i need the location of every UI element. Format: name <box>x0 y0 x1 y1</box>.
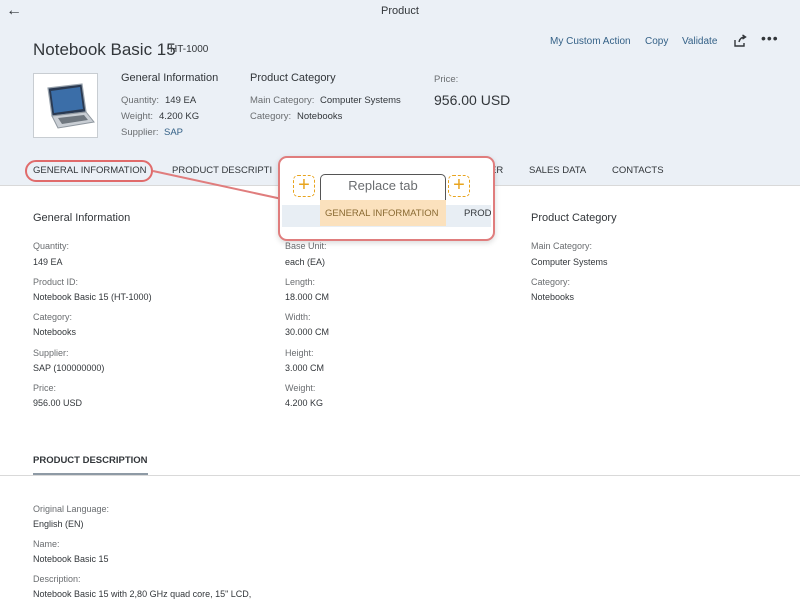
add-tab-left-plus-icon[interactable]: + <box>293 175 315 197</box>
field-label: Product ID: <box>33 277 79 287</box>
field-value: 30.000 CM <box>285 327 330 337</box>
field-value: Notebook Basic 15 (HT-1000) <box>33 292 152 302</box>
replace-tab-label: Replace tab <box>320 174 446 200</box>
section-title-underline <box>33 473 148 475</box>
header-main-category-value: Computer Systems <box>320 95 401 106</box>
callout-active-tab-label: GENERAL INFORMATION <box>325 208 439 219</box>
object-title: Notebook Basic 15 <box>33 40 176 59</box>
field-value: English (EN) <box>33 519 84 529</box>
field-value: SAP (100000000) <box>33 363 105 373</box>
tab-product-description[interactable]: PRODUCT DESCRIPTI <box>172 165 272 176</box>
field-value: 956.00 USD <box>33 398 83 408</box>
replace-tab-callout: GENERAL INFORMATION PROD Replace tab + + <box>278 156 495 241</box>
field-value: 3.000 CM <box>285 363 325 373</box>
supplier-link[interactable]: SAP <box>164 127 183 138</box>
field-label: Weight: <box>285 383 316 393</box>
shell-bar: ← Product <box>0 0 800 24</box>
copy-button[interactable]: Copy <box>645 36 668 47</box>
more-options-icon[interactable]: ••• <box>761 30 779 46</box>
field-label: Price: <box>33 383 57 393</box>
field-label: Description: <box>33 574 81 584</box>
header-actions: My Custom Action Copy Validate ••• <box>550 30 790 50</box>
field-label: Supplier: <box>33 348 69 358</box>
section-divider <box>0 475 800 476</box>
my-custom-action-button[interactable]: My Custom Action <box>550 36 631 47</box>
object-subtitle: HT-1000 <box>170 44 209 55</box>
header-category-label: Category: <box>250 111 292 122</box>
field-value: 18.000 CM <box>285 292 330 302</box>
share-icon[interactable] <box>733 34 747 48</box>
field-label: Main Category: <box>531 241 593 251</box>
section-general-title: General Information <box>33 212 131 224</box>
tab-highlight-annotation <box>25 160 153 182</box>
price-value: 956.00 USD <box>434 92 511 108</box>
section-product-description-title: PRODUCT DESCRIPTION <box>33 455 148 466</box>
field-label: Length: <box>285 277 316 287</box>
callout-next-tab-label: PROD <box>464 208 492 219</box>
header-quantity-value: 149 EA <box>165 95 197 106</box>
price-label: Price: <box>434 74 459 85</box>
header-quantity-label: Quantity: <box>121 95 160 106</box>
field-value: 149 EA <box>33 257 63 267</box>
field-label: Height: <box>285 348 314 358</box>
field-value: each (EA) <box>285 257 326 267</box>
product-image <box>33 73 98 138</box>
tab-contacts[interactable]: CONTACTS <box>612 165 664 176</box>
field-value: Notebook Basic 15 <box>33 554 109 564</box>
field-label: Quantity: <box>33 241 70 251</box>
section-category-title: Product Category <box>531 212 617 224</box>
field-value: Notebooks <box>33 327 77 337</box>
field-label: Category: <box>33 312 73 322</box>
field-value: Notebooks <box>531 292 575 302</box>
header-weight-label: Weight: <box>121 111 154 122</box>
field-label: Name: <box>33 539 60 549</box>
header-main-category-label: Main Category: <box>250 95 315 106</box>
field-value: Notebook Basic 15 with 2,80 GHz quad cor… <box>33 589 252 599</box>
tab-sales-data[interactable]: SALES DATA <box>529 165 586 176</box>
header-supplier-label: Supplier: <box>121 127 159 138</box>
header-weight-value: 4.200 KG <box>159 111 200 122</box>
header-category-title: Product Category <box>250 72 336 84</box>
field-label: Base Unit: <box>285 241 327 251</box>
add-tab-right-plus-icon[interactable]: + <box>448 175 470 197</box>
header-general-title: General Information <box>121 72 219 84</box>
field-label: Category: <box>531 277 571 287</box>
shell-title: Product <box>381 5 419 17</box>
header-category-value: Notebooks <box>297 111 343 122</box>
validate-button[interactable]: Validate <box>682 36 717 47</box>
field-label: Width: <box>285 312 311 322</box>
field-label: Original Language: <box>33 504 110 514</box>
field-value: 4.200 KG <box>285 398 324 408</box>
field-value: Computer Systems <box>531 257 608 267</box>
